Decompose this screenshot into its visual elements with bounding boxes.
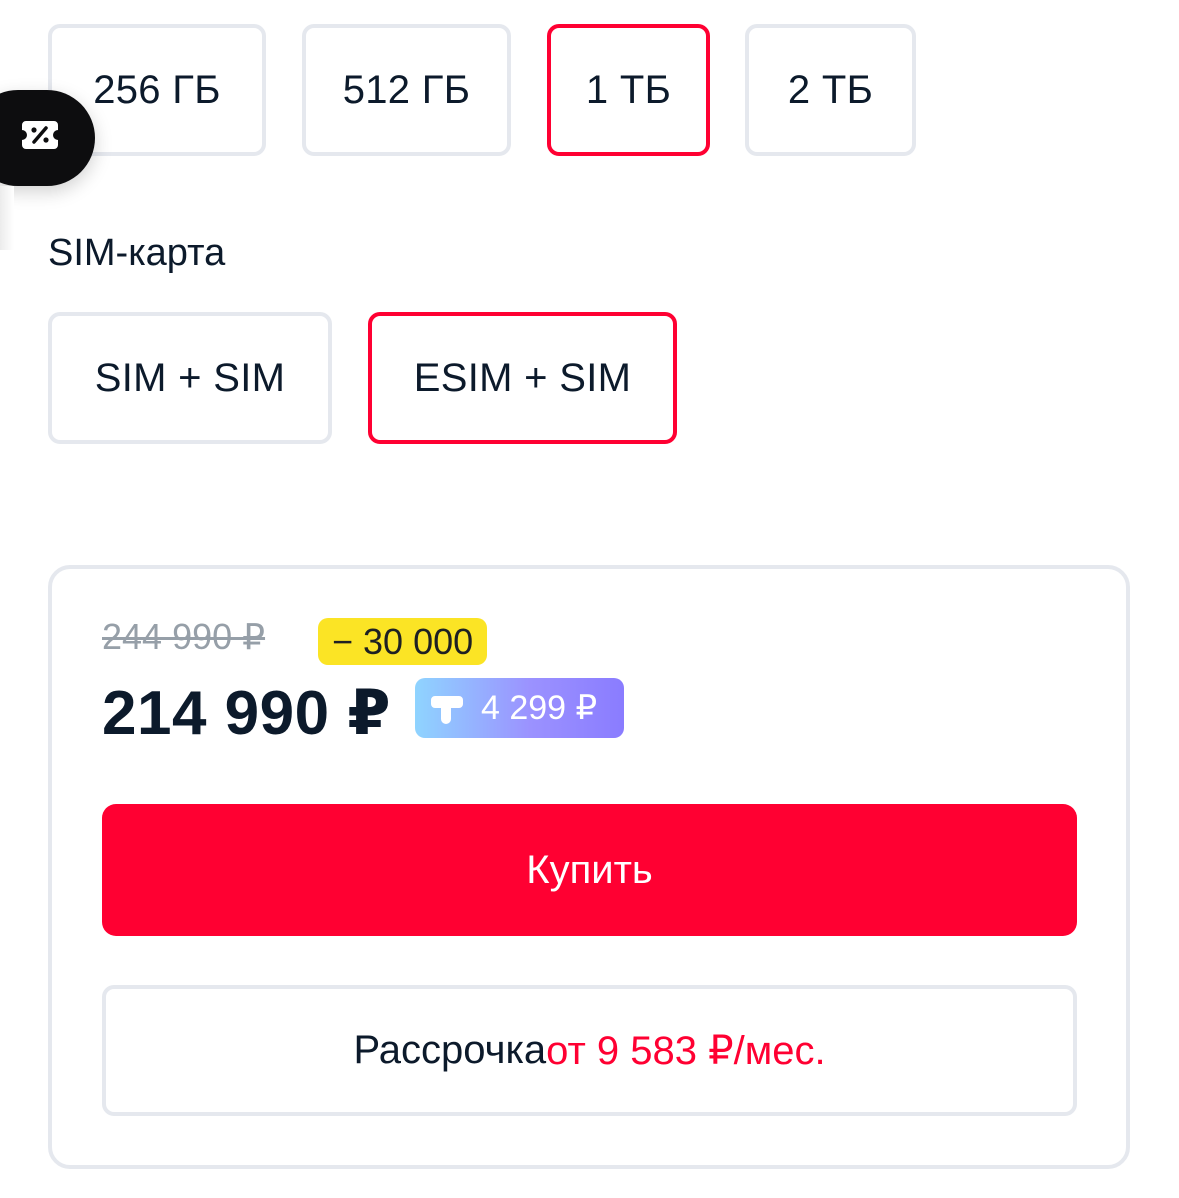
sim-section-title: SIM-карта (48, 232, 226, 274)
memory-option-label: 2 ТБ (787, 67, 874, 112)
memory-option-label: 512 ГБ (342, 67, 471, 112)
sim-option-esim-sim[interactable]: ESIM + SIM (368, 312, 677, 444)
memory-option-2tb[interactable]: 2 ТБ (745, 24, 916, 156)
current-price: 214 990 ₽ (102, 679, 391, 748)
sim-option-label: ESIM + SIM (413, 355, 632, 400)
old-price: 244 990 ₽ (102, 616, 266, 657)
installment-amount: от 9 583 ₽/мес. (546, 1028, 826, 1073)
memory-option-label: 1 ТБ (585, 67, 672, 112)
sim-option-label: SIM + SIM (94, 355, 286, 400)
promo-coupon-button[interactable] (0, 90, 95, 186)
installment-button[interactable]: Рассрочка от 9 583 ₽/мес. (102, 985, 1077, 1116)
memory-option-512gb[interactable]: 512 ГБ (302, 24, 511, 156)
installment-label: Рассрочка (353, 1028, 547, 1072)
discount-badge: − 30 000 (318, 618, 488, 665)
buy-button[interactable]: Купить (102, 804, 1077, 936)
cashback-icon (431, 696, 463, 724)
cashback-badge: 4 299 ₽ (415, 678, 624, 738)
memory-option-1tb[interactable]: 1 ТБ (547, 24, 710, 156)
memory-option-label: 256 ГБ (93, 67, 221, 112)
sim-option-sim-sim[interactable]: SIM + SIM (48, 312, 332, 444)
discount-coupon-icon (22, 121, 58, 149)
promo-shadow (0, 186, 14, 250)
cashback-amount: 4 299 ₽ (481, 689, 598, 727)
